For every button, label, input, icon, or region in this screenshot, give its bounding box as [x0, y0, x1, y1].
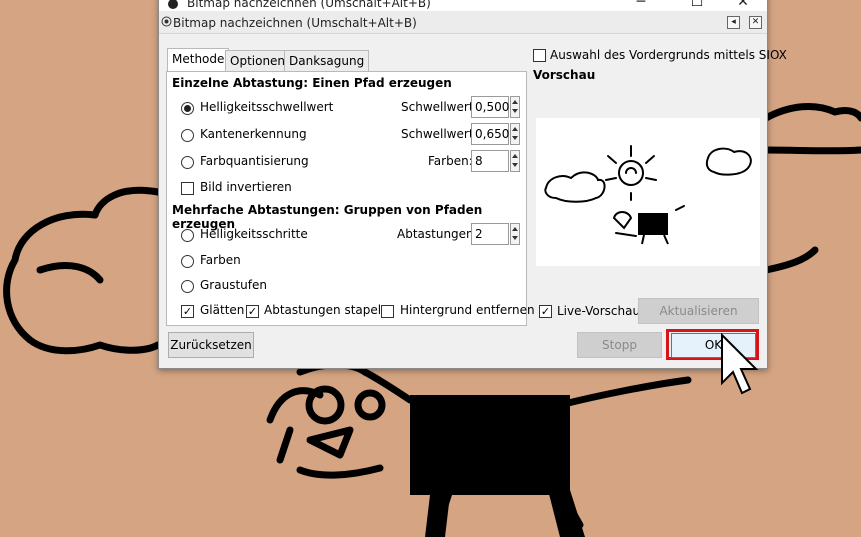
threshold-value-2: 0,650	[475, 127, 510, 141]
siox-label: Auswahl des Vordergrunds mittels SIOX	[550, 48, 787, 62]
window-title: Bitmap nachzeichnen (Umschalt+Alt+B)	[187, 0, 431, 10]
threshold-spin-2[interactable]: 0,650	[471, 123, 509, 145]
dock-titlebar: Bitmap nachzeichnen (Umschalt+Alt+B) ◂ ✕	[159, 11, 767, 34]
stack-scans-checkbox[interactable]: ✓	[246, 305, 259, 318]
remove-background-label: Hintergrund entfernen	[400, 303, 535, 317]
colors-label: Farben:	[428, 154, 473, 168]
stop-button[interactable]: Stopp	[577, 332, 662, 358]
live-preview-checkbox[interactable]: ✓	[539, 305, 552, 318]
radio-brightness-steps[interactable]	[181, 229, 194, 242]
scans-label: Abtastungen:	[397, 227, 478, 241]
radio-grayscale[interactable]	[181, 280, 194, 293]
brightness-threshold-label: Helligkeitsschwellwert	[200, 100, 334, 114]
radio-brightness-threshold[interactable]	[181, 102, 194, 115]
methode-panel: Einzelne Abtastung: Einen Pfad erzeugen …	[166, 71, 535, 326]
threshold-stepper-1[interactable]	[510, 96, 520, 118]
threshold-spin-1[interactable]: 0,500	[471, 96, 509, 118]
update-button[interactable]: Aktualisieren	[638, 298, 759, 324]
color-quantization-label: Farbquantisierung	[200, 154, 309, 168]
single-scan-heading: Einzelne Abtastung: Einen Pfad erzeugen	[172, 76, 452, 90]
threshold-value-1: 0,500	[475, 100, 510, 114]
colors-option-label: Farben	[200, 253, 241, 267]
colors-value: 8	[475, 154, 483, 168]
invert-image-checkbox[interactable]	[181, 182, 194, 195]
smooth-checkbox[interactable]: ✓	[181, 305, 194, 318]
threshold-label-1: Schwellwert:	[401, 100, 478, 114]
smooth-label: Glätten	[200, 303, 245, 317]
radio-color-quantization[interactable]	[181, 156, 194, 169]
tab-methode[interactable]: Methode	[167, 48, 230, 72]
colors-stepper[interactable]	[510, 150, 520, 172]
stack-scans-label: Abtastungen stapeln	[264, 303, 389, 317]
invert-image-label: Bild invertieren	[200, 180, 292, 194]
dock-title: Bitmap nachzeichnen (Umschalt+Alt+B)	[173, 16, 417, 30]
radio-edge-detection[interactable]	[181, 129, 194, 142]
radio-colors[interactable]	[181, 255, 194, 268]
close-button[interactable]: ✕	[723, 0, 763, 11]
scans-value: 2	[475, 227, 483, 241]
brightness-steps-label: Helligkeitsschritte	[200, 227, 308, 241]
window-titlebar: Bitmap nachzeichnen (Umschalt+Alt+B) ─ ☐…	[159, 0, 767, 11]
grayscale-label: Graustufen	[200, 278, 267, 292]
remove-background-checkbox[interactable]	[381, 305, 394, 318]
colors-spin[interactable]: 8	[471, 150, 509, 172]
dock-menu-icon[interactable]: ◂	[727, 16, 740, 29]
trace-icon	[161, 16, 172, 27]
maximize-button[interactable]: ☐	[677, 0, 717, 11]
gimp-app-icon	[168, 0, 178, 9]
scans-stepper[interactable]	[510, 223, 520, 245]
threshold-label-2: Schwellwert:	[401, 127, 478, 141]
preview-heading: Vorschau	[533, 68, 596, 82]
trace-bitmap-dialog: Bitmap nachzeichnen (Umschalt+Alt+B) ─ ☐…	[158, 0, 787, 369]
tab-optionen[interactable]: Optionen	[225, 50, 291, 71]
reset-button[interactable]: Zurücksetzen	[168, 332, 254, 358]
minimize-button[interactable]: ─	[621, 0, 661, 11]
mouse-cursor-icon	[721, 333, 759, 395]
scans-spin[interactable]: 2	[471, 223, 509, 245]
dock-close-icon[interactable]: ✕	[749, 16, 762, 29]
trace-preview	[536, 118, 760, 266]
tab-danksagung[interactable]: Danksagung	[284, 50, 370, 71]
live-preview-label: Live-Vorschau	[557, 304, 641, 318]
siox-checkbox[interactable]	[533, 49, 546, 62]
preview-image	[544, 145, 752, 245]
edge-detection-label: Kantenerkennung	[200, 127, 307, 141]
threshold-stepper-2[interactable]	[510, 123, 520, 145]
